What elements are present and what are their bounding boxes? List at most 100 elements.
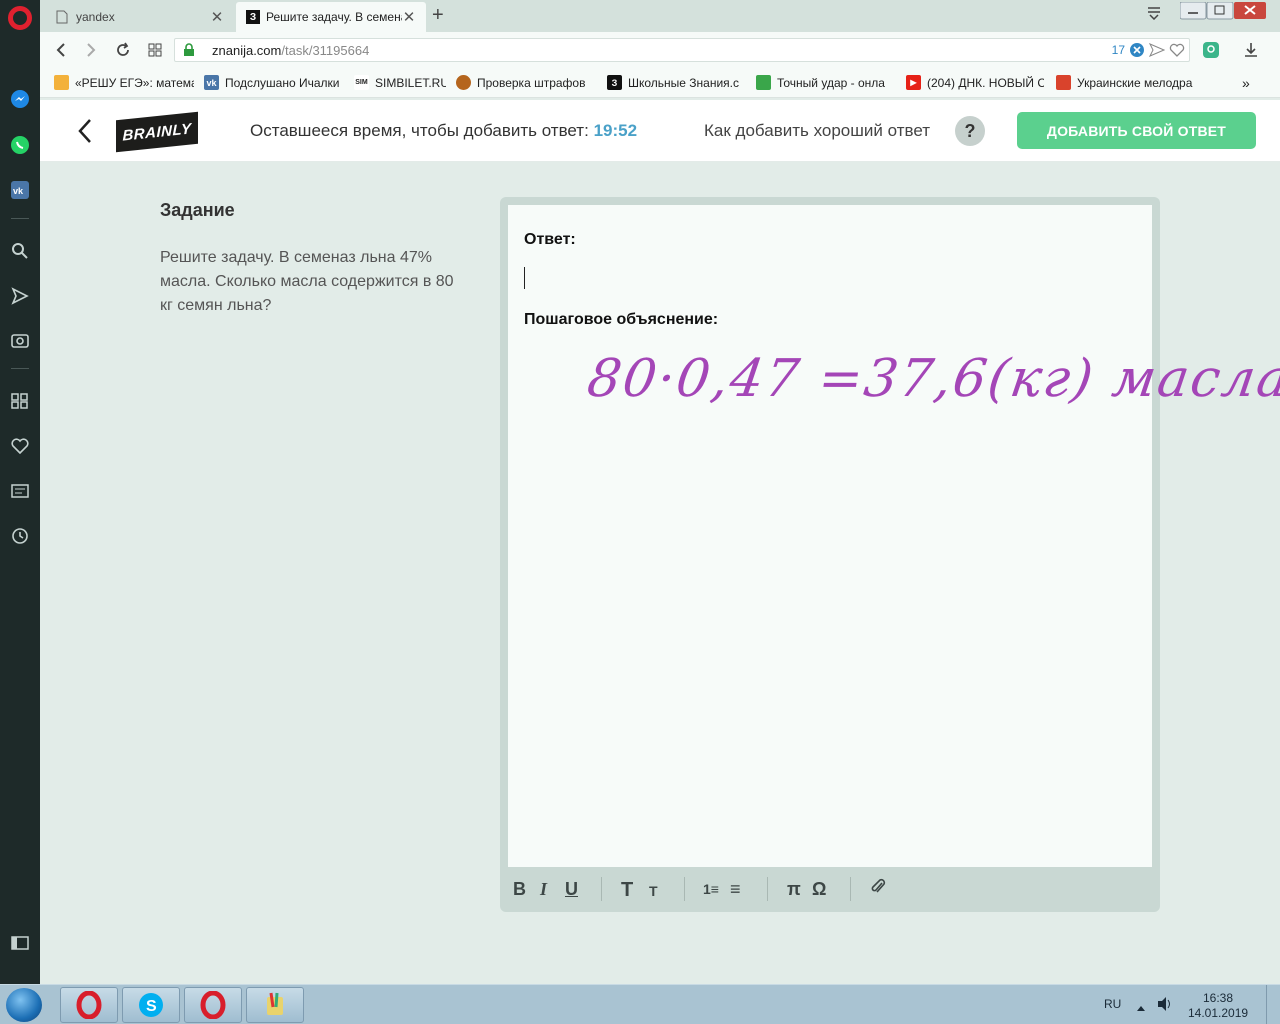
add-answer-button[interactable]: ДОБАВИТЬ СВОЙ ОТВЕТ <box>1017 112 1256 149</box>
timer-notice: Оставшееся время, чтобы добавить ответ: … <box>250 121 637 141</box>
address-bar-row: znanija.com/task/31195664 17 <box>40 32 1280 68</box>
svg-text:vk: vk <box>13 186 24 196</box>
heart-icon[interactable] <box>9 435 31 457</box>
search-icon[interactable] <box>9 240 31 262</box>
clock-time: 16:38 <box>1202 991 1234 1005</box>
text-caret <box>524 267 525 289</box>
volume-icon[interactable] <box>1156 996 1174 1017</box>
heading-large-button[interactable]: T <box>621 879 633 902</box>
back-icon[interactable] <box>50 39 72 61</box>
bookmark-item[interactable]: ▶ (204) ДНК. НОВЫЙ С <box>906 75 1044 90</box>
windows-taskbar: S RU 16:38 14.01.2019 <box>0 984 1280 1024</box>
bookmark-item[interactable]: vk Подслушано Ичалки <box>204 75 344 90</box>
tab-strip: yandex ✕ З Решите задачу. В семена ✕ + <box>40 0 1280 32</box>
tabs-grid-icon[interactable] <box>144 39 166 61</box>
show-desktop-button[interactable] <box>1266 985 1280 1024</box>
bookmark-item[interactable]: З Школьные Знания.c <box>607 75 745 90</box>
toolbar-divider <box>850 877 851 901</box>
document-icon <box>56 10 70 24</box>
underline-button[interactable]: U <box>565 879 578 900</box>
opera-logo-icon[interactable] <box>8 6 32 30</box>
toolbar-divider <box>684 877 685 901</box>
opera-sidebar: vk <box>0 0 40 984</box>
handwritten-text: 80·0,47 =37,6(кг) масла <box>583 349 1280 409</box>
speed-dial-icon[interactable] <box>9 390 31 412</box>
url-field[interactable]: znanija.com/task/31195664 17 <box>174 38 1190 62</box>
messenger-icon[interactable] <box>9 88 31 110</box>
youtube-icon: ▶ <box>906 75 921 90</box>
bookmark-label: Проверка штрафов <box>477 75 586 90</box>
editor-toolbar: B I U T T 1≡ ≡ π Ω <box>500 867 1160 912</box>
send-icon[interactable] <box>1148 43 1166 62</box>
emblem-icon <box>456 75 471 90</box>
bookmark-heart-icon[interactable] <box>1169 43 1185 62</box>
attach-icon[interactable] <box>870 877 886 902</box>
toolbar-divider <box>767 877 768 901</box>
tray-expand-icon[interactable] <box>1136 999 1146 1017</box>
tab-yandex[interactable]: yandex ✕ <box>46 2 234 32</box>
bookmark-label: Подслушано Ичалки <box>225 75 340 90</box>
heading-small-button[interactable]: T <box>649 883 658 899</box>
reload-icon[interactable] <box>112 39 134 61</box>
taskbar-paint-icon[interactable] <box>246 987 304 1023</box>
vk-icon[interactable]: vk <box>9 179 31 201</box>
tab-menu-icon[interactable] <box>1146 6 1162 25</box>
download-icon[interactable] <box>1240 39 1262 61</box>
sidebar-toggle-icon[interactable] <box>9 932 31 954</box>
bookmark-item[interactable]: SIM SIMBILET.RU <box>354 75 446 90</box>
taskbar-opera-icon[interactable] <box>60 987 118 1023</box>
bookmark-item[interactable]: Проверка штрафов <box>456 75 592 90</box>
formula-button[interactable]: π <box>787 879 801 900</box>
vpn-icon[interactable] <box>1200 39 1222 61</box>
bookmark-item[interactable]: Точный удар - онла <box>756 75 894 90</box>
explanation-label: Пошаговое объяснение: <box>524 311 719 328</box>
history-icon[interactable] <box>9 525 31 547</box>
symbols-button[interactable]: Ω <box>812 879 826 900</box>
bookmark-item[interactable]: Украинские мелодра <box>1056 75 1196 90</box>
bold-button[interactable]: B <box>513 879 526 900</box>
numbered-list-button[interactable]: 1≡ <box>703 881 719 897</box>
input-language[interactable]: RU <box>1104 997 1121 1011</box>
bookmarks-overflow-icon[interactable]: » <box>1242 75 1258 91</box>
send-icon[interactable] <box>9 285 31 307</box>
bookmark-item[interactable]: «РЕШУ ЕГЭ»: матема <box>54 75 194 90</box>
tab-label: Решите задачу. В семена <box>266 10 402 24</box>
url-text: znanija.com/task/31195664 <box>212 43 369 58</box>
url-path: /task/31195664 <box>281 43 370 58</box>
news-icon[interactable] <box>9 480 31 502</box>
close-icon[interactable]: ✕ <box>210 8 224 26</box>
clock-date: 14.01.2019 <box>1188 1006 1249 1020</box>
close-icon[interactable]: ✕ <box>402 8 416 26</box>
handwritten-solution: 80·0,47 =37,6(кг) масла <box>584 341 1280 441</box>
timer-label: Оставшееся время, чтобы добавить ответ: <box>250 121 589 140</box>
italic-button[interactable]: I <box>540 879 547 900</box>
bookmark-label: Школьные Знания.c <box>628 75 740 90</box>
simbilet-icon: SIM <box>354 75 369 90</box>
taskbar-opera-icon[interactable] <box>184 987 242 1023</box>
taskbar-skype-icon[interactable]: S <box>122 987 180 1023</box>
task-heading: Задание <box>160 200 235 220</box>
help-icon[interactable]: ? <box>955 116 985 146</box>
brainly-logo[interactable]: BRAINLY <box>116 111 198 153</box>
howto-link[interactable]: Как добавить хороший ответ <box>704 121 930 141</box>
task-text: Решите задачу. В семеназ льна 47% масла.… <box>160 249 454 314</box>
bullet-list-button[interactable]: ≡ <box>730 879 741 900</box>
vk-icon: vk <box>204 75 219 90</box>
system-clock[interactable]: 16:38 14.01.2019 <box>1188 991 1248 1021</box>
editor-text-area[interactable]: Ответ: Пошаговое объяснение: 80·0,47 =37… <box>508 205 1280 867</box>
answer-editor: Ответ: Пошаговое объяснение: 80·0,47 =37… <box>500 197 1280 912</box>
bookmark-label: SIMBILET.RU <box>375 75 446 90</box>
whatsapp-icon[interactable] <box>9 134 31 156</box>
ad-block-icon[interactable] <box>1129 42 1145 63</box>
chart-icon <box>1056 75 1071 90</box>
camera-icon[interactable] <box>9 329 31 351</box>
tab-label: yandex <box>76 10 115 24</box>
forward-icon[interactable] <box>80 39 102 61</box>
back-chevron-icon[interactable] <box>76 116 94 146</box>
new-tab-plus-icon[interactable]: + <box>432 4 444 27</box>
tab-znanija[interactable]: З Решите задачу. В семена ✕ <box>236 2 426 32</box>
tracker-count: 17 <box>1111 43 1125 57</box>
start-button[interactable] <box>6 988 42 1022</box>
clover-icon <box>756 75 771 90</box>
znanija-icon: З <box>607 75 622 90</box>
